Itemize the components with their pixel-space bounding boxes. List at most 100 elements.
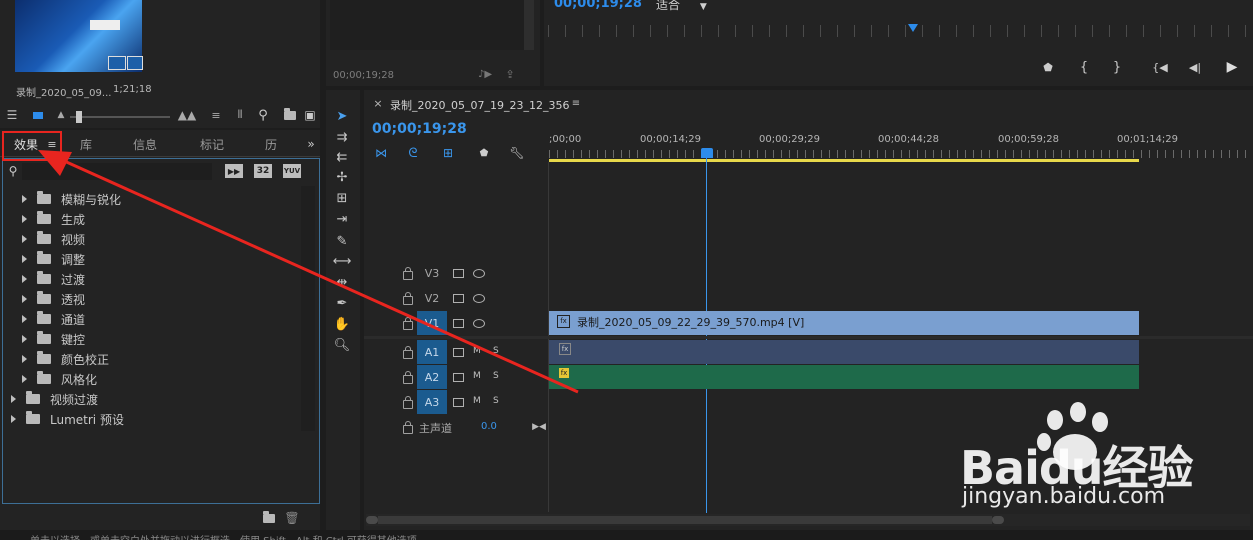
expand-arrow-icon[interactable] bbox=[22, 295, 27, 303]
master-volume-value[interactable]: 0.0 bbox=[481, 421, 497, 432]
lock-icon[interactable] bbox=[403, 346, 413, 359]
expand-arrow-icon[interactable] bbox=[22, 255, 27, 263]
effects-search-input[interactable] bbox=[22, 163, 212, 180]
lock-icon[interactable] bbox=[403, 371, 413, 384]
a1-clip[interactable]: fx bbox=[549, 340, 1139, 364]
eye-icon[interactable] bbox=[473, 269, 485, 278]
slip-icon[interactable]: ⟷ bbox=[333, 252, 352, 270]
lock-icon[interactable] bbox=[403, 317, 413, 330]
ripple-edit-icon[interactable]: ✢ bbox=[333, 168, 351, 186]
track-label-a2[interactable]: A2 bbox=[417, 365, 447, 389]
step-back-icon[interactable]: ◀| bbox=[1187, 60, 1203, 74]
search-icon[interactable]: ⚲ bbox=[5, 163, 21, 179]
track-header-a1[interactable]: A1 M S bbox=[364, 340, 548, 364]
toggle-sync-lock-icon[interactable] bbox=[453, 348, 464, 357]
playhead-handle[interactable] bbox=[701, 148, 713, 158]
effects-tree-item[interactable]: 透视 bbox=[22, 289, 300, 309]
add-marker-icon[interactable]: ⬟ bbox=[477, 145, 491, 161]
add-marker-icon[interactable]: ⬟ bbox=[1041, 60, 1055, 74]
mute-button[interactable]: M bbox=[473, 396, 481, 406]
track-header-a3[interactable]: A3 M S bbox=[364, 390, 548, 414]
toggle-sync-lock-icon[interactable] bbox=[453, 269, 464, 278]
toggle-sync-lock-icon[interactable] bbox=[453, 373, 464, 382]
effects-list-scrollbar[interactable] bbox=[301, 186, 315, 431]
timeline-hscrollbar[interactable] bbox=[366, 514, 1250, 526]
effects-tree-item[interactable]: 风格化 bbox=[22, 369, 300, 389]
effects-tree-item[interactable]: 过渡 bbox=[22, 269, 300, 289]
lock-icon[interactable] bbox=[403, 396, 413, 409]
expand-arrow-icon[interactable] bbox=[11, 395, 16, 403]
track-header-v3[interactable]: V3 bbox=[364, 261, 548, 285]
track-label-a3[interactable]: A3 bbox=[417, 390, 447, 414]
zoom-slider-handle[interactable] bbox=[76, 111, 82, 123]
rate-stretch-icon[interactable]: ⇥ bbox=[333, 210, 351, 228]
mute-button[interactable]: M bbox=[473, 346, 481, 356]
scroll-handle-right[interactable] bbox=[992, 516, 1004, 524]
track-header-a2[interactable]: A2 M S bbox=[364, 365, 548, 389]
automate-icon[interactable]: ⦀ bbox=[232, 107, 248, 123]
program-timecode[interactable]: 00;00;19;28 bbox=[554, 0, 642, 11]
zoom-slider[interactable] bbox=[70, 111, 170, 123]
scroll-thumb[interactable] bbox=[378, 516, 992, 524]
expand-arrow-icon[interactable] bbox=[22, 335, 27, 343]
tab-history[interactable]: 历 bbox=[265, 136, 277, 156]
lock-icon[interactable] bbox=[403, 267, 413, 280]
snap-icon[interactable]: ⋈ bbox=[373, 145, 389, 161]
tab-libraries[interactable]: 库 bbox=[80, 136, 92, 156]
track-header-v1[interactable]: V1 bbox=[364, 311, 548, 335]
solo-button[interactable]: S bbox=[493, 346, 499, 356]
razor-icon[interactable]: ✎ bbox=[333, 232, 351, 250]
linked-selection-icon[interactable]: ᘓ bbox=[405, 145, 421, 161]
close-icon[interactable]: × bbox=[372, 96, 384, 110]
effects-tree-item[interactable]: 模糊与锐化 bbox=[22, 189, 300, 209]
source-scrollbar[interactable] bbox=[524, 0, 534, 50]
track-label-v1[interactable]: V1 bbox=[417, 311, 447, 335]
track-label-a1[interactable]: A1 bbox=[417, 340, 447, 364]
expand-arrow-icon[interactable] bbox=[22, 315, 27, 323]
go-to-in-icon[interactable]: {◀ bbox=[1151, 60, 1169, 74]
more-tabs-icon[interactable]: » bbox=[304, 137, 318, 151]
program-playhead[interactable] bbox=[908, 24, 918, 32]
insert-sequence-icon[interactable]: ⊞ bbox=[440, 145, 456, 161]
effects-tree-item[interactable]: 视频过渡 bbox=[11, 389, 300, 409]
sort-icon[interactable]: ≡ bbox=[208, 107, 224, 123]
effects-tree-item[interactable]: 键控 bbox=[22, 329, 300, 349]
fit-dropdown[interactable]: 适合 ▼ bbox=[656, 0, 736, 12]
track-select-back-icon[interactable]: ⇇ bbox=[333, 148, 351, 166]
drag-video-icon[interactable]: ♪▶ bbox=[476, 66, 494, 82]
play-icon[interactable]: ▶ bbox=[1224, 59, 1240, 75]
mark-in-icon[interactable]: { bbox=[1077, 60, 1091, 75]
new-custom-bin-icon[interactable] bbox=[262, 510, 276, 525]
expand-arrow-icon[interactable] bbox=[22, 195, 27, 203]
expand-arrow-icon[interactable] bbox=[11, 415, 16, 423]
tab-markers[interactable]: 标记 bbox=[200, 136, 224, 156]
accelerated-effects-icon[interactable]: ▶▶ bbox=[225, 164, 243, 178]
tab-info[interactable]: 信息 bbox=[133, 136, 157, 156]
list-view-icon[interactable]: ☰ bbox=[4, 107, 20, 123]
mute-button[interactable]: M bbox=[473, 371, 481, 381]
mark-out-icon[interactable]: } bbox=[1110, 60, 1124, 75]
slide-icon[interactable]: ⇹ bbox=[333, 273, 351, 291]
track-select-icon[interactable]: ⇉ bbox=[333, 128, 351, 146]
timeline-timecode[interactable]: 00;00;19;28 bbox=[372, 121, 467, 137]
wrench-icon[interactable]: 🔧︎ bbox=[509, 145, 525, 161]
eye-icon[interactable] bbox=[473, 319, 485, 328]
toggle-sync-lock-icon[interactable] bbox=[453, 294, 464, 303]
lock-icon[interactable] bbox=[403, 421, 413, 434]
new-item-icon[interactable]: ▣ bbox=[302, 107, 318, 123]
32bit-effects-icon[interactable]: 32 bbox=[254, 164, 272, 178]
expand-arrow-icon[interactable] bbox=[22, 235, 27, 243]
work-area-bar[interactable] bbox=[549, 159, 1139, 162]
toggle-sync-lock-icon[interactable] bbox=[453, 398, 464, 407]
toggle-sync-lock-icon[interactable] bbox=[453, 319, 464, 328]
effects-tree-item[interactable]: 调整 bbox=[22, 249, 300, 269]
effects-tree-item[interactable]: 通道 bbox=[22, 309, 300, 329]
export-frame-icon[interactable]: ⇪ bbox=[502, 66, 518, 82]
scroll-handle-left[interactable] bbox=[366, 516, 378, 524]
track-header-v2[interactable]: V2 bbox=[364, 286, 548, 310]
yuv-effects-icon[interactable]: YUV bbox=[283, 164, 301, 178]
track-header-master[interactable]: 主声道 0.0 ▶◀ bbox=[364, 415, 548, 439]
expand-arrow-icon[interactable] bbox=[22, 375, 27, 383]
rolling-edit-icon[interactable]: ⊞ bbox=[333, 189, 351, 207]
hand-tool-icon[interactable]: ✋ bbox=[333, 315, 351, 333]
